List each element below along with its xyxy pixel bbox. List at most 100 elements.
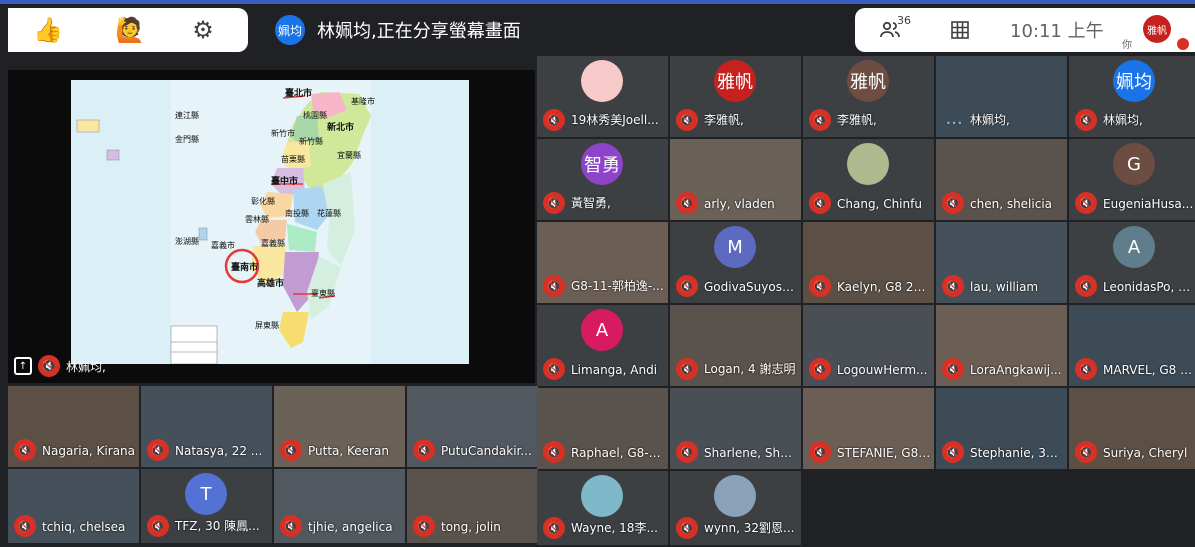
mic-muted-icon: 🔇 (676, 109, 698, 131)
participant-avatar (847, 143, 889, 185)
mic-muted-icon: 🔇 (543, 517, 565, 539)
mic-muted-icon: 🔇 (809, 441, 831, 463)
participant-tile[interactable]: T 🔇 TFZ, 30 陳鳳... (141, 469, 272, 543)
participant-name: chen, shelicia (970, 197, 1053, 211)
participant-tile[interactable]: 🔇 tong, jolin (407, 469, 538, 543)
participant-tile[interactable]: 🔇 PutuCandakir... (407, 386, 538, 467)
presenter-banner: 姵均 林姵均,正在分享螢幕畫面 (275, 8, 521, 52)
participant-avatar: 智勇 (581, 143, 623, 185)
participant-name: Wayne, 18李... (571, 521, 658, 535)
participant-tile[interactable]: 🔇 Natasya, 22 ... (141, 386, 272, 467)
mic-muted-icon: 🔇 (543, 109, 565, 131)
participant-tile[interactable]: G 🔇 EugeniaHusa... (1069, 139, 1195, 220)
map-label-kinmen: 金門縣 (175, 135, 199, 144)
mic-muted-icon: 🔇 (280, 515, 302, 537)
participant-tile[interactable]: 🔇 Suriya, Cheryl (1069, 388, 1195, 469)
participant-name: Stephanie, 31 ... (970, 446, 1064, 460)
participant-tile[interactable]: 智勇 🔇 黃智勇, (537, 139, 668, 220)
participant-tile[interactable]: 🔇 LoraAngkawij... (936, 305, 1067, 386)
participant-tile[interactable]: 🔇 chen, shelicia (936, 139, 1067, 220)
participant-name: 黃智勇, (571, 196, 611, 210)
participant-tile[interactable]: 🔇 LogouwHerm... (803, 305, 934, 386)
top-bar: 👍 🙋 ⚙ 姵均 林姵均,正在分享螢幕畫面 36 10:11 上午 你 雅帆 (0, 4, 1195, 54)
screen-share-tile[interactable]: 臺北市 基隆市 桃園縣 新北市 新竹市 新竹縣 宜蘭縣 苗栗縣 臺中市 彰化縣 … (8, 70, 535, 383)
participant-name: Chang, Chinfu (837, 197, 922, 211)
participant-tile[interactable]: 🔇 Kaelyn, G8 26 ... (803, 222, 934, 303)
mic-muted-icon: 🔇 (14, 439, 36, 461)
mic-muted-icon: 🔇 (676, 517, 698, 539)
participant-name: MARVEL, G8 0... (1103, 363, 1195, 377)
participant-tile[interactable]: A 🔇 Limanga, Andi (537, 305, 668, 386)
participant-tile[interactable]: 🔇 wynn, 32劉恩... (670, 471, 801, 545)
participant-tile[interactable]: 🔇 G8-11-郭柏逸-... (537, 222, 668, 303)
participant-avatar: A (1113, 226, 1155, 268)
mic-muted-icon: 🔇 (543, 192, 565, 214)
mic-muted-icon: 🔇 (543, 358, 565, 380)
mic-muted-icon: 🔇 (38, 355, 60, 377)
mic-muted-icon: 🔇 (543, 275, 565, 297)
participant-tile[interactable]: 🔇 arly, vladen (670, 139, 801, 220)
map-label-chiayi-county: 嘉義縣 (261, 239, 285, 248)
participant-tile[interactable]: 🔇 Stephanie, 31 ... (936, 388, 1067, 469)
participant-name: Putta, Keeran (308, 444, 389, 458)
map-label-taichung: 臺中市 (271, 177, 299, 187)
reaction-toolbar: 👍 🙋 ⚙ (8, 8, 248, 52)
participant-name: Kaelyn, G8 26 ... (837, 280, 931, 294)
map-label-keelung: 基隆市 (351, 97, 375, 106)
participant-avatar (581, 60, 623, 102)
mic-muted-icon: 🔇 (942, 358, 964, 380)
participant-tile[interactable]: 雅帆 🔇 李雅帆, (670, 56, 801, 137)
mic-muted-icon: 🔇 (1075, 109, 1097, 131)
participant-tile[interactable]: 🔇 Nagaria, Kirana (8, 386, 139, 467)
participant-name: wynn, 32劉恩... (704, 521, 795, 535)
participant-tile[interactable]: 🔇 Logan, 4 謝志明 (670, 305, 801, 386)
participant-tile[interactable]: 🔇 tchiq, chelsea (8, 469, 139, 543)
map-label-taipei: 臺北市 (285, 89, 313, 99)
participant-tile[interactable]: 🔇 Sharlene, Shar... (670, 388, 801, 469)
participant-tile[interactable]: 🔇 STEFANIE, G8 ... (803, 388, 934, 469)
participant-avatar: 雅帆 (847, 60, 889, 102)
participant-tile[interactable]: 🔇 Putta, Keeran (274, 386, 405, 467)
map-label-hsinchu-city: 新竹市 (271, 129, 295, 138)
participant-tile[interactable]: 🔇 19林秀美Joell... (537, 56, 668, 137)
map-label-miaoli: 苗栗縣 (281, 155, 305, 164)
participant-tile[interactable]: 🔇 Raphael, G8-1... (537, 388, 668, 469)
participant-name: EugeniaHusa... (1103, 197, 1194, 211)
self-avatar[interactable]: 雅帆 (1143, 15, 1171, 43)
map-label-hsinchu-county: 新竹縣 (299, 137, 323, 146)
participant-tile[interactable]: A 🔇 LeonidasPo, A... (1069, 222, 1195, 303)
meeting-info-toolbar: 36 10:11 上午 你 雅帆 (855, 8, 1195, 52)
participant-name: TFZ, 30 陳鳳... (175, 519, 260, 533)
mic-muted-icon: 🔇 (413, 515, 435, 537)
mic-muted-icon: 🔇 (942, 192, 964, 214)
mic-muted-icon: 🔇 (942, 441, 964, 463)
participant-tile[interactable]: 🔇 MARVEL, G8 0... (1069, 305, 1195, 386)
participant-tile[interactable]: 🔇 tjhie, angelica (274, 469, 405, 543)
thumbs-up-icon[interactable]: 👍 (18, 8, 78, 52)
participant-name: Suriya, Cheryl (1103, 446, 1188, 460)
raise-hand-icon[interactable]: 🙋 (100, 8, 160, 52)
grid-layout-icon[interactable] (935, 8, 985, 52)
participant-tile[interactable]: 🔇 lau, william (936, 222, 1067, 303)
participant-name: lau, william (970, 280, 1039, 294)
participant-name: Sharlene, Shar... (704, 446, 798, 460)
self-label: 你 (1122, 40, 1132, 51)
participant-tile[interactable]: ••• 林姵均, (936, 56, 1067, 137)
mic-muted-icon: 🔇 (14, 515, 36, 537)
mic-muted-icon: 🔇 (676, 192, 698, 214)
participant-tile[interactable]: M 🔇 GodivaSuyoso... (670, 222, 801, 303)
participant-tile[interactable]: 🔇 Wayne, 18李... (537, 471, 668, 545)
participant-tile[interactable]: 姵均 🔇 林姵均, (1069, 56, 1195, 137)
participant-avatar: T (185, 473, 227, 515)
map-label-yilan: 宜蘭縣 (337, 151, 361, 160)
mic-muted-icon: 🔇 (676, 275, 698, 297)
participant-name: Limanga, Andi (571, 363, 658, 377)
participant-name: 李雅帆, (704, 113, 744, 127)
settings-gear-icon[interactable]: ⚙ (173, 8, 233, 52)
mic-muted-icon: 🔇 (942, 275, 964, 297)
participant-name: 林姵均, (970, 113, 1010, 127)
pin-icon[interactable]: ↑ (14, 357, 32, 375)
share-presenter-name: 林姵均, (66, 359, 106, 374)
participant-tile[interactable]: 雅帆 🔇 李雅帆, (803, 56, 934, 137)
participant-tile[interactable]: 🔇 Chang, Chinfu (803, 139, 934, 220)
